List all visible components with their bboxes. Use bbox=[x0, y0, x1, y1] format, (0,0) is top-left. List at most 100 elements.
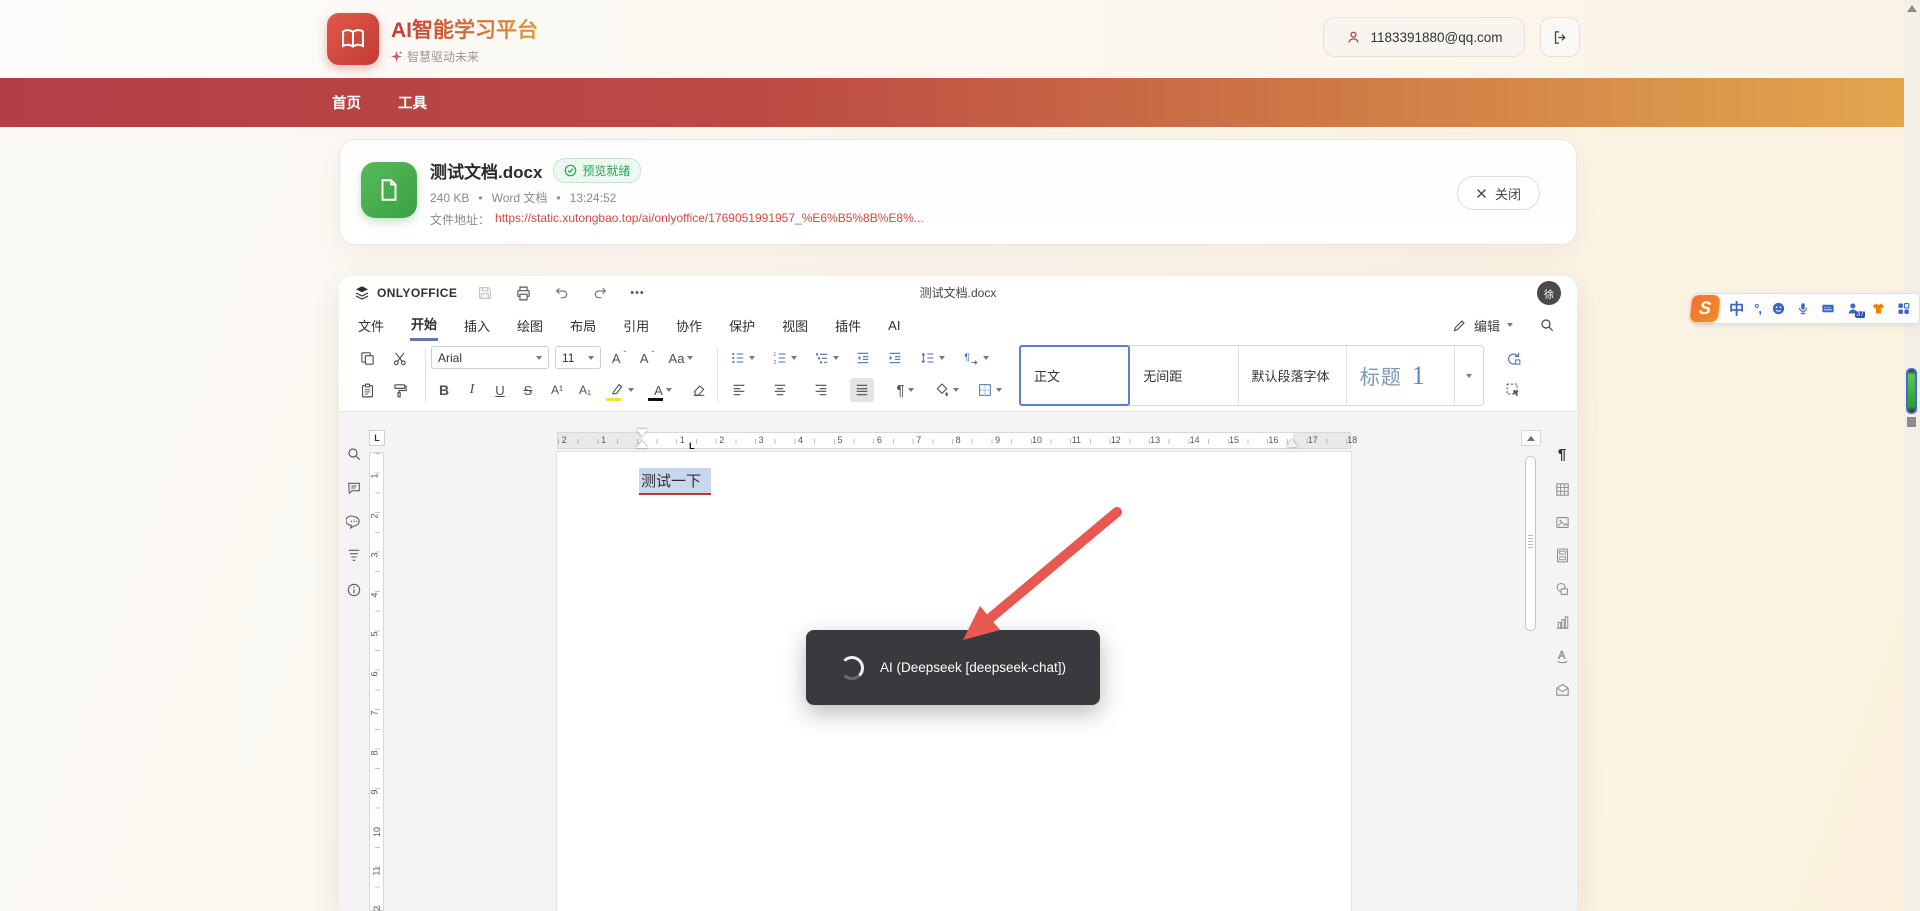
superscript-button[interactable]: A¹ bbox=[545, 378, 569, 402]
file-url-link[interactable]: https://static.xutongbao.top/ai/onlyoffi… bbox=[495, 211, 924, 228]
ime-mode-button[interactable]: 中 bbox=[1729, 298, 1744, 319]
scrollbar-gray-thumb[interactable] bbox=[1907, 417, 1916, 427]
align-right-button[interactable] bbox=[809, 378, 833, 402]
headings-panel-button[interactable] bbox=[345, 546, 363, 564]
comments-panel-button[interactable] bbox=[345, 479, 363, 497]
tab-home[interactable]: 开始 bbox=[410, 309, 438, 341]
style-no-spacing[interactable]: 无间距 bbox=[1130, 346, 1238, 405]
format-painter-button[interactable] bbox=[388, 378, 412, 402]
close-preview-button[interactable]: 关闭 bbox=[1457, 176, 1540, 210]
select-button[interactable] bbox=[1501, 378, 1525, 402]
bullet-list-button[interactable] bbox=[725, 346, 759, 370]
subscript-button[interactable]: A₁ bbox=[573, 378, 597, 402]
left-indent-marker[interactable] bbox=[636, 441, 648, 448]
tab-draw[interactable]: 绘图 bbox=[516, 311, 544, 340]
style-heading-1[interactable]: 标题 1 bbox=[1347, 346, 1455, 405]
multilevel-list-button[interactable] bbox=[809, 346, 843, 370]
textart-settings-button[interactable] bbox=[1553, 647, 1571, 665]
tab-references[interactable]: 引用 bbox=[622, 311, 650, 340]
clear-style-button[interactable] bbox=[687, 378, 711, 402]
undo-icon[interactable] bbox=[554, 285, 570, 301]
decrease-indent-button[interactable] bbox=[851, 346, 875, 370]
document-text-selection[interactable]: 测试一下 bbox=[639, 468, 711, 495]
decrease-font-button[interactable]: Aˇ bbox=[635, 346, 659, 370]
document-scroll-up-button[interactable] bbox=[1521, 430, 1541, 446]
italic-button[interactable]: I bbox=[461, 378, 483, 402]
ime-account-button[interactable]: 37 bbox=[1846, 301, 1861, 316]
tab-stop-selector[interactable]: L bbox=[369, 430, 385, 446]
logout-button[interactable] bbox=[1540, 17, 1580, 57]
search-icon[interactable] bbox=[1539, 317, 1555, 333]
v-ruler[interactable]: 123456789101112 bbox=[369, 452, 384, 911]
more-actions-icon[interactable]: ••• bbox=[630, 287, 645, 299]
ime-emoji-button[interactable] bbox=[1771, 301, 1786, 316]
collaborator-avatar[interactable]: 徐 bbox=[1537, 281, 1561, 305]
save-icon[interactable] bbox=[477, 285, 493, 301]
tab-plugins[interactable]: 插件 bbox=[834, 311, 862, 340]
replace-button[interactable] bbox=[1501, 346, 1525, 370]
chat-panel-button[interactable] bbox=[345, 513, 363, 531]
style-default-paragraph-font[interactable]: 默认段落字体 bbox=[1239, 346, 1347, 405]
shape-settings-button[interactable] bbox=[1553, 580, 1571, 598]
sogou-logo[interactable]: S bbox=[1690, 295, 1721, 322]
line-spacing-button[interactable] bbox=[915, 346, 949, 370]
nav-item-tools[interactable]: 工具 bbox=[398, 92, 427, 113]
ime-punctuation-button[interactable]: °, bbox=[1754, 301, 1761, 316]
align-center-button[interactable] bbox=[768, 378, 792, 402]
find-panel-button[interactable] bbox=[345, 445, 363, 463]
document-scrollbar[interactable] bbox=[1525, 456, 1536, 631]
ime-voice-button[interactable] bbox=[1796, 301, 1810, 316]
tab-layout[interactable]: 布局 bbox=[569, 311, 597, 340]
strikethrough-button[interactable]: S bbox=[517, 378, 539, 402]
tab-protection[interactable]: 保护 bbox=[728, 311, 756, 340]
mailmerge-settings-button[interactable] bbox=[1553, 680, 1571, 698]
tab-insert[interactable]: 插入 bbox=[463, 311, 491, 340]
change-case-button[interactable]: Aa bbox=[663, 346, 699, 370]
about-panel-button[interactable] bbox=[345, 581, 363, 599]
ime-skin-button[interactable] bbox=[1871, 301, 1886, 316]
tab-ai[interactable]: AI bbox=[887, 313, 901, 338]
print-icon[interactable] bbox=[515, 285, 532, 302]
styles-expand-button[interactable] bbox=[1455, 346, 1483, 405]
increase-indent-button[interactable] bbox=[883, 346, 907, 370]
h-ruler[interactable]: 21123456789101112131415161718 bbox=[557, 432, 1351, 449]
headerfooter-settings-button[interactable] bbox=[1553, 546, 1571, 564]
show-paragraph-marks-button[interactable]: ¶ bbox=[888, 378, 922, 402]
tab-view[interactable]: 视图 bbox=[781, 311, 809, 340]
right-indent-marker[interactable] bbox=[1286, 439, 1298, 447]
font-name-select[interactable]: Arial bbox=[431, 346, 549, 369]
paragraph-settings-button[interactable]: ¶ bbox=[1553, 445, 1571, 463]
editing-mode-button[interactable]: 编辑 bbox=[1452, 316, 1513, 335]
table-settings-button[interactable] bbox=[1553, 480, 1571, 498]
numbered-list-button[interactable] bbox=[767, 346, 801, 370]
shading-button[interactable] bbox=[929, 378, 963, 402]
scroll-up-arrow-icon[interactable] bbox=[1907, 5, 1917, 12]
tab-collaboration[interactable]: 协作 bbox=[675, 311, 703, 340]
copy-button[interactable] bbox=[355, 346, 379, 370]
page-scrollbar[interactable] bbox=[1904, 0, 1920, 911]
first-line-indent-marker[interactable] bbox=[636, 429, 648, 436]
cut-button[interactable] bbox=[388, 346, 412, 370]
bold-button[interactable]: B bbox=[433, 378, 455, 402]
redo-icon[interactable] bbox=[592, 285, 608, 301]
user-account-pill[interactable]: 1183391880@qq.com bbox=[1323, 17, 1525, 57]
nav-item-home[interactable]: 首页 bbox=[332, 92, 361, 113]
ime-toolbox-button[interactable] bbox=[1896, 301, 1911, 316]
borders-button[interactable] bbox=[971, 378, 1007, 402]
font-size-select[interactable]: 11 bbox=[555, 346, 601, 369]
align-left-button[interactable] bbox=[727, 378, 751, 402]
increase-font-button[interactable]: Aˆ bbox=[607, 346, 631, 370]
paragraph-direction-button[interactable] bbox=[957, 346, 993, 370]
font-color-button[interactable]: A bbox=[645, 378, 681, 402]
paste-button[interactable] bbox=[355, 378, 379, 402]
image-settings-button[interactable] bbox=[1553, 513, 1571, 531]
tab-file[interactable]: 文件 bbox=[357, 311, 385, 340]
chart-settings-button[interactable] bbox=[1553, 613, 1571, 631]
underline-button[interactable]: U bbox=[489, 378, 511, 402]
style-normal[interactable]: 正文 bbox=[1019, 345, 1130, 406]
onlyoffice-logo-icon bbox=[353, 284, 371, 302]
highlight-color-button[interactable] bbox=[603, 378, 639, 402]
scrollbar-green-thumb[interactable] bbox=[1906, 368, 1917, 414]
ime-keyboard-button[interactable] bbox=[1820, 301, 1836, 316]
align-justify-button[interactable] bbox=[850, 378, 874, 402]
